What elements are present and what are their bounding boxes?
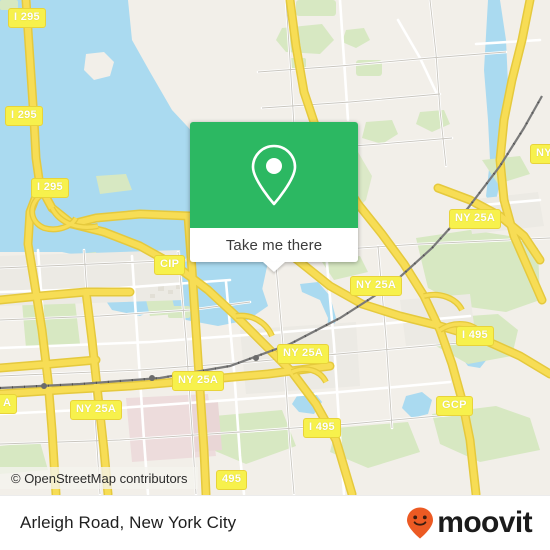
shield-i295-mid: I 295 xyxy=(5,106,43,126)
moovit-wordmark: moovit xyxy=(437,506,532,539)
shield-i295-top: I 295 xyxy=(8,8,46,28)
destination-popup-card[interactable]: Take me there xyxy=(190,122,358,272)
shield-gcp: GCP xyxy=(436,396,473,416)
shield-i495-right: I 495 xyxy=(456,326,494,346)
shield-ny25a-lowleft: NY 25A xyxy=(172,371,225,391)
moovit-pin-smiley-icon xyxy=(407,507,434,539)
location-pin-icon xyxy=(251,144,297,206)
map-canvas[interactable]: I 295 I 295 I 295 CIP NY NY 25A NY 25A NY 25A NY… xyxy=(0,0,550,495)
popup-footer[interactable]: Take me there xyxy=(190,228,358,272)
shield-cip: CIP xyxy=(154,255,186,275)
map-attribution[interactable]: © OpenStreetMap contributors xyxy=(0,467,198,489)
shield-i495-center: I 495 xyxy=(303,418,341,438)
shield-ny25a-center: NY 25A xyxy=(350,276,403,296)
shield-ny25a-midlow: NY 25A xyxy=(277,344,330,364)
shield-a-edge: A xyxy=(0,394,18,414)
shield-ny-edge: NY xyxy=(530,144,550,164)
map-screen: I 295 I 295 I 295 CIP NY NY 25A NY 25A NY 25A NY… xyxy=(0,0,550,550)
shield-i295-lower: I 295 xyxy=(31,178,69,198)
shield-495-bottom: 495 xyxy=(216,470,248,490)
popup-tail-pointer xyxy=(263,262,285,272)
popup-image-area xyxy=(190,122,358,228)
shield-ny25a-bottomleft: NY 25A xyxy=(70,400,123,420)
take-me-there-label: Take me there xyxy=(225,236,323,254)
footer-bar: Arleigh Road, New York City moovit xyxy=(0,495,550,550)
place-title: Arleigh Road, New York City xyxy=(20,513,237,532)
shield-ny25a-right: NY 25A xyxy=(449,209,502,229)
moovit-logo[interactable]: moovit xyxy=(405,506,533,540)
